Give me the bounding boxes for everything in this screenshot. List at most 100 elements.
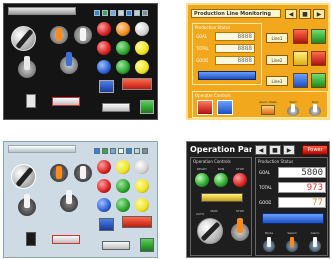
mini-button[interactable]: [126, 10, 132, 16]
nav-button-group: ◀ ■ ▶: [285, 9, 328, 19]
red-bar-lamp: [122, 78, 152, 90]
home-nav-button[interactable]: ■: [299, 9, 311, 19]
mini-button[interactable]: [126, 148, 132, 154]
indicator-lamp: [135, 22, 149, 36]
mini-button-strip: [94, 148, 154, 156]
toggle-switch[interactable]: [18, 56, 36, 78]
key-switch[interactable]: [74, 164, 92, 184]
switch-label: Alarm: [310, 231, 320, 235]
next-nav-button[interactable]: ▶: [313, 9, 325, 19]
counter-label: GOAL: [259, 170, 271, 175]
mini-button[interactable]: [118, 10, 124, 16]
knob-label: STOP: [236, 209, 244, 213]
indicator-lamp: [116, 179, 130, 193]
start-toggle[interactable]: [287, 104, 299, 116]
white-bar-button[interactable]: [52, 235, 80, 244]
key-switch[interactable]: [50, 26, 68, 46]
toggle-switch[interactable]: [18, 194, 36, 216]
white-bar-button[interactable]: [52, 97, 80, 106]
operator-button[interactable]: [217, 100, 233, 115]
line-button[interactable]: Line3: [266, 76, 288, 86]
toggle-switch[interactable]: [60, 190, 78, 212]
rotary-selector[interactable]: [11, 26, 36, 51]
counter-display: 8888: [215, 56, 255, 65]
counter-display: 973: [278, 182, 326, 193]
status-lamp: [293, 51, 308, 66]
mode-switch[interactable]: [263, 237, 275, 252]
mini-button[interactable]: [118, 148, 124, 154]
indicator-lamp: [135, 179, 149, 193]
select-switch[interactable]: [286, 237, 298, 252]
panel-title-bar: [8, 145, 76, 153]
toggle-switch[interactable]: [60, 52, 78, 74]
line-button[interactable]: Line2: [266, 55, 288, 65]
status-lamp: [293, 73, 308, 88]
red-bar-lamp: [122, 216, 152, 228]
prev-nav-button[interactable]: ◀: [285, 9, 297, 19]
indicator-lamp: [116, 198, 130, 212]
operation-panel: Operation Panel ◀ ■ ▶ Power Operation Co…: [186, 141, 330, 258]
blue-push-button[interactable]: [99, 80, 114, 93]
nav-button-group: ◀ ■ ▶: [255, 145, 300, 155]
indicator-lamp: [135, 60, 149, 74]
mini-button[interactable]: [142, 148, 148, 154]
counter-label: GOAL: [196, 34, 208, 39]
mini-button-strip: [94, 10, 154, 18]
mini-button[interactable]: [110, 10, 116, 16]
next-nav-button[interactable]: ▶: [283, 145, 295, 155]
counter-label: GOOD: [259, 200, 272, 205]
rotary-pointer: [15, 28, 34, 50]
line-button[interactable]: Line1: [266, 33, 288, 43]
green-push-button[interactable]: [140, 238, 154, 252]
stop-switch[interactable]: [231, 218, 249, 242]
counter-label: TOTAL: [259, 185, 272, 190]
controls-box: Operator Controls Alarm Status Start Sto…: [192, 91, 328, 118]
mini-button[interactable]: [134, 10, 140, 16]
lamp-label: RUN: [217, 167, 225, 171]
progress-bar: [198, 71, 256, 80]
rocker-switch[interactable]: [26, 232, 36, 246]
white-bar-button[interactable]: [102, 103, 130, 112]
mini-button[interactable]: [102, 10, 108, 16]
mode-selector-knob[interactable]: [197, 218, 223, 244]
key-switch[interactable]: [50, 164, 68, 184]
counter-label: GOOD: [196, 58, 209, 63]
indicator-lamp: [97, 22, 111, 36]
production-status-box: Production Status GOAL 5800 TOTAL 973 GO…: [255, 157, 328, 256]
counter-display: 8888: [215, 32, 255, 41]
section-label: Operation Controls: [193, 159, 231, 164]
power-button[interactable]: Power: [302, 145, 328, 155]
operator-button[interactable]: [197, 100, 213, 115]
switch-label: Mode: [264, 231, 274, 235]
rotary-selector[interactable]: [11, 164, 36, 189]
key-switch[interactable]: [74, 26, 92, 46]
light-switch-panel: [3, 141, 158, 258]
blue-push-button[interactable]: [99, 218, 114, 231]
home-nav-button[interactable]: ■: [269, 145, 281, 155]
indicator-lamp: [97, 179, 111, 193]
stop-lamp: [233, 173, 247, 187]
indicator-lamp: [135, 41, 149, 55]
production-status-box: Production Status GOAL 8888 TOTAL 8888 G…: [192, 23, 262, 85]
indicator-lamp: [97, 198, 111, 212]
counter-display: 77: [278, 197, 326, 208]
indicator-lamp: [97, 160, 111, 174]
white-bar-button[interactable]: [102, 241, 130, 250]
knob-label: MAN: [210, 209, 218, 213]
lamp-label: READY: [196, 167, 207, 171]
mini-button[interactable]: [142, 10, 148, 16]
indicator-lamp: [135, 198, 149, 212]
stop-toggle[interactable]: [309, 104, 321, 116]
mini-button[interactable]: [102, 148, 108, 154]
prev-nav-button[interactable]: ◀: [255, 145, 267, 155]
rocker-switch[interactable]: [26, 94, 36, 108]
status-lamp: [311, 29, 326, 44]
mini-button[interactable]: [134, 148, 140, 154]
mini-button[interactable]: [94, 10, 100, 16]
mini-button[interactable]: [94, 148, 100, 154]
alarm-switch[interactable]: [309, 237, 321, 252]
mini-button[interactable]: [110, 148, 116, 154]
counter-display: 8888: [215, 44, 255, 53]
indicator-lamp: [116, 22, 130, 36]
green-push-button[interactable]: [140, 100, 154, 114]
